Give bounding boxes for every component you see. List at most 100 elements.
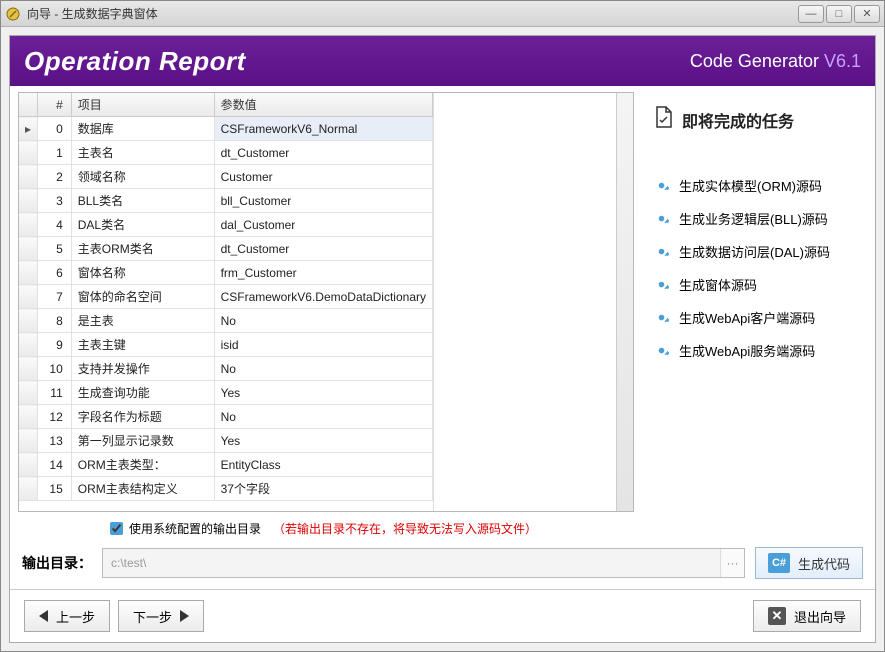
- gear-icon: [654, 310, 669, 325]
- task-label: 生成WebApi客户端源码: [679, 308, 815, 327]
- cell-project: 主表名: [71, 141, 214, 165]
- csharp-icon: C#: [768, 553, 790, 573]
- row-indicator: [19, 285, 38, 309]
- row-indicator: [19, 453, 38, 477]
- row-indicator: [19, 405, 38, 429]
- col-index[interactable]: #: [38, 93, 72, 117]
- table-row[interactable]: 5主表ORM类名dt_Customer: [19, 237, 433, 261]
- cell-index: 5: [38, 237, 72, 261]
- cell-value: No: [214, 405, 432, 429]
- cell-value: CSFrameworkV6.DemoDataDictionary: [214, 285, 432, 309]
- table-row[interactable]: 10支持并发操作No: [19, 357, 433, 381]
- cell-index: 15: [38, 477, 72, 501]
- arrow-right-icon: [180, 610, 189, 622]
- table-row[interactable]: 7窗体的命名空间CSFrameworkV6.DemoDataDictionary: [19, 285, 433, 309]
- table-row[interactable]: 3BLL类名bll_Customer: [19, 189, 433, 213]
- banner: Operation Report Code Generator V6.1: [10, 36, 875, 86]
- cell-value: EntityClass: [214, 453, 432, 477]
- exit-label: 退出向导: [794, 607, 846, 626]
- task-label: 生成业务逻辑层(BLL)源码: [679, 209, 828, 228]
- banner-title: Operation Report: [24, 46, 690, 77]
- row-indicator: [19, 213, 38, 237]
- task-item: 生成数据访问层(DAL)源码: [654, 235, 861, 268]
- row-indicator: [19, 261, 38, 285]
- cell-index: 13: [38, 429, 72, 453]
- output-dir-value: c:\test\: [111, 556, 146, 570]
- output-dir-label: 输出目录：: [22, 553, 92, 573]
- tasks-title-text: 即将完成的任务: [682, 108, 794, 132]
- cell-value: Yes: [214, 381, 432, 405]
- table-row[interactable]: 12字段名作为标题No: [19, 405, 433, 429]
- table-row[interactable]: 15ORM主表结构定义37个字段: [19, 477, 433, 501]
- footer: 上一步 下一步 ✕ 退出向导: [10, 589, 875, 642]
- prev-button[interactable]: 上一步: [24, 600, 110, 632]
- options-row: 使用系统配置的输出目录 （若输出目录不存在，将导致无法写入源码文件）: [10, 512, 875, 541]
- task-label: 生成WebApi服务端源码: [679, 341, 815, 360]
- table-row[interactable]: 2领域名称Customer: [19, 165, 433, 189]
- cell-project: 数据库: [71, 117, 214, 141]
- gear-icon: [654, 178, 669, 193]
- cell-project: 窗体名称: [71, 261, 214, 285]
- cell-project: 第一列显示记录数: [71, 429, 214, 453]
- table-row[interactable]: 9主表主键isid: [19, 333, 433, 357]
- product-name: Code Generator: [690, 51, 824, 71]
- task-item: 生成WebApi客户端源码: [654, 301, 861, 334]
- use-system-output-dir-checkbox[interactable]: [110, 522, 123, 535]
- cell-index: 8: [38, 309, 72, 333]
- cell-index: 14: [38, 453, 72, 477]
- table-row[interactable]: 14ORM主表类型：EntityClass: [19, 453, 433, 477]
- generate-code-button[interactable]: C# 生成代码: [755, 547, 863, 579]
- col-project[interactable]: 项目: [71, 93, 214, 117]
- cell-project: 主表ORM类名: [71, 237, 214, 261]
- table-row[interactable]: 1主表名dt_Customer: [19, 141, 433, 165]
- close-button[interactable]: ✕: [854, 5, 880, 23]
- output-dir-input[interactable]: c:\test\ ···: [102, 548, 745, 578]
- cell-project: 字段名作为标题: [71, 405, 214, 429]
- cell-index: 2: [38, 165, 72, 189]
- app-icon: [5, 6, 21, 22]
- cell-project: 是主表: [71, 309, 214, 333]
- cell-index: 11: [38, 381, 72, 405]
- exit-wizard-button[interactable]: ✕ 退出向导: [753, 600, 861, 632]
- output-warning: （若输出目录不存在，将导致无法写入源码文件）: [273, 520, 537, 537]
- task-label: 生成数据访问层(DAL)源码: [679, 242, 830, 261]
- document-icon: [654, 106, 674, 133]
- cell-index: 6: [38, 261, 72, 285]
- cell-index: 9: [38, 333, 72, 357]
- arrow-left-icon: [39, 610, 48, 622]
- output-row: 输出目录： c:\test\ ··· C# 生成代码: [10, 541, 875, 589]
- row-indicator: [19, 381, 38, 405]
- cell-index: 1: [38, 141, 72, 165]
- browse-button[interactable]: ···: [720, 549, 744, 577]
- cell-project: 窗体的命名空间: [71, 285, 214, 309]
- table-row[interactable]: ▸0数据库CSFrameworkV6_Normal: [19, 117, 433, 141]
- table-row[interactable]: 6窗体名称frm_Customer: [19, 261, 433, 285]
- row-indicator: [19, 189, 38, 213]
- row-indicator: [19, 477, 38, 501]
- cell-project: DAL类名: [71, 213, 214, 237]
- cell-index: 12: [38, 405, 72, 429]
- cell-project: ORM主表类型：: [71, 453, 214, 477]
- maximize-button[interactable]: □: [826, 5, 852, 23]
- table-row[interactable]: 11生成查询功能Yes: [19, 381, 433, 405]
- row-indicator: [19, 141, 38, 165]
- vertical-scrollbar[interactable]: [618, 94, 632, 124]
- minimize-button[interactable]: —: [798, 5, 824, 23]
- table-row[interactable]: 13第一列显示记录数Yes: [19, 429, 433, 453]
- product-version: V6.1: [824, 51, 861, 71]
- table-row[interactable]: 8是主表No: [19, 309, 433, 333]
- table-row[interactable]: 4DAL类名dal_Customer: [19, 213, 433, 237]
- task-item: 生成WebApi服务端源码: [654, 334, 861, 367]
- cell-index: 10: [38, 357, 72, 381]
- gear-icon: [654, 244, 669, 259]
- cell-value: frm_Customer: [214, 261, 432, 285]
- cell-project: 生成查询功能: [71, 381, 214, 405]
- parameters-grid: # 项目 参数值 ▸0数据库CSFrameworkV6_Normal1主表名dt…: [18, 92, 634, 512]
- cell-value: Yes: [214, 429, 432, 453]
- next-button[interactable]: 下一步: [118, 600, 204, 632]
- col-value[interactable]: 参数值: [214, 93, 432, 117]
- cell-value: Customer: [214, 165, 432, 189]
- row-indicator: [19, 357, 38, 381]
- grid-spacer: [433, 93, 633, 511]
- prev-label: 上一步: [56, 607, 95, 626]
